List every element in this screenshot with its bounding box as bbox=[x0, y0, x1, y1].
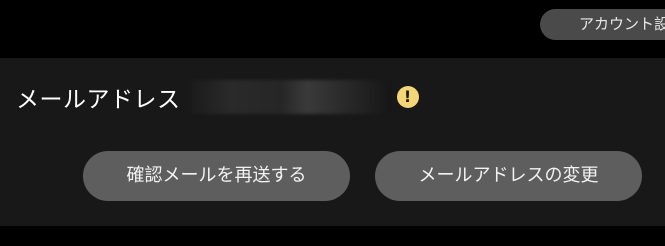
email-value-redacted bbox=[190, 80, 391, 114]
exclamation-glyph: ! bbox=[403, 87, 412, 106]
email-panel: メールアドレス ! 確認メールを再送する メールアドレスの変更 bbox=[0, 58, 665, 226]
email-row: メールアドレス ! bbox=[16, 80, 419, 114]
page: アカウント設定 メールアドレス ! 確認メールを再送する メールアドレスの変更 bbox=[0, 0, 665, 246]
account-settings-button[interactable]: アカウント設定 bbox=[540, 9, 665, 40]
resend-confirmation-button[interactable]: 確認メールを再送する bbox=[83, 151, 350, 201]
email-label: メールアドレス bbox=[16, 87, 181, 113]
change-email-button[interactable]: メールアドレスの変更 bbox=[375, 151, 642, 201]
exclamation-icon: ! bbox=[396, 86, 419, 108]
